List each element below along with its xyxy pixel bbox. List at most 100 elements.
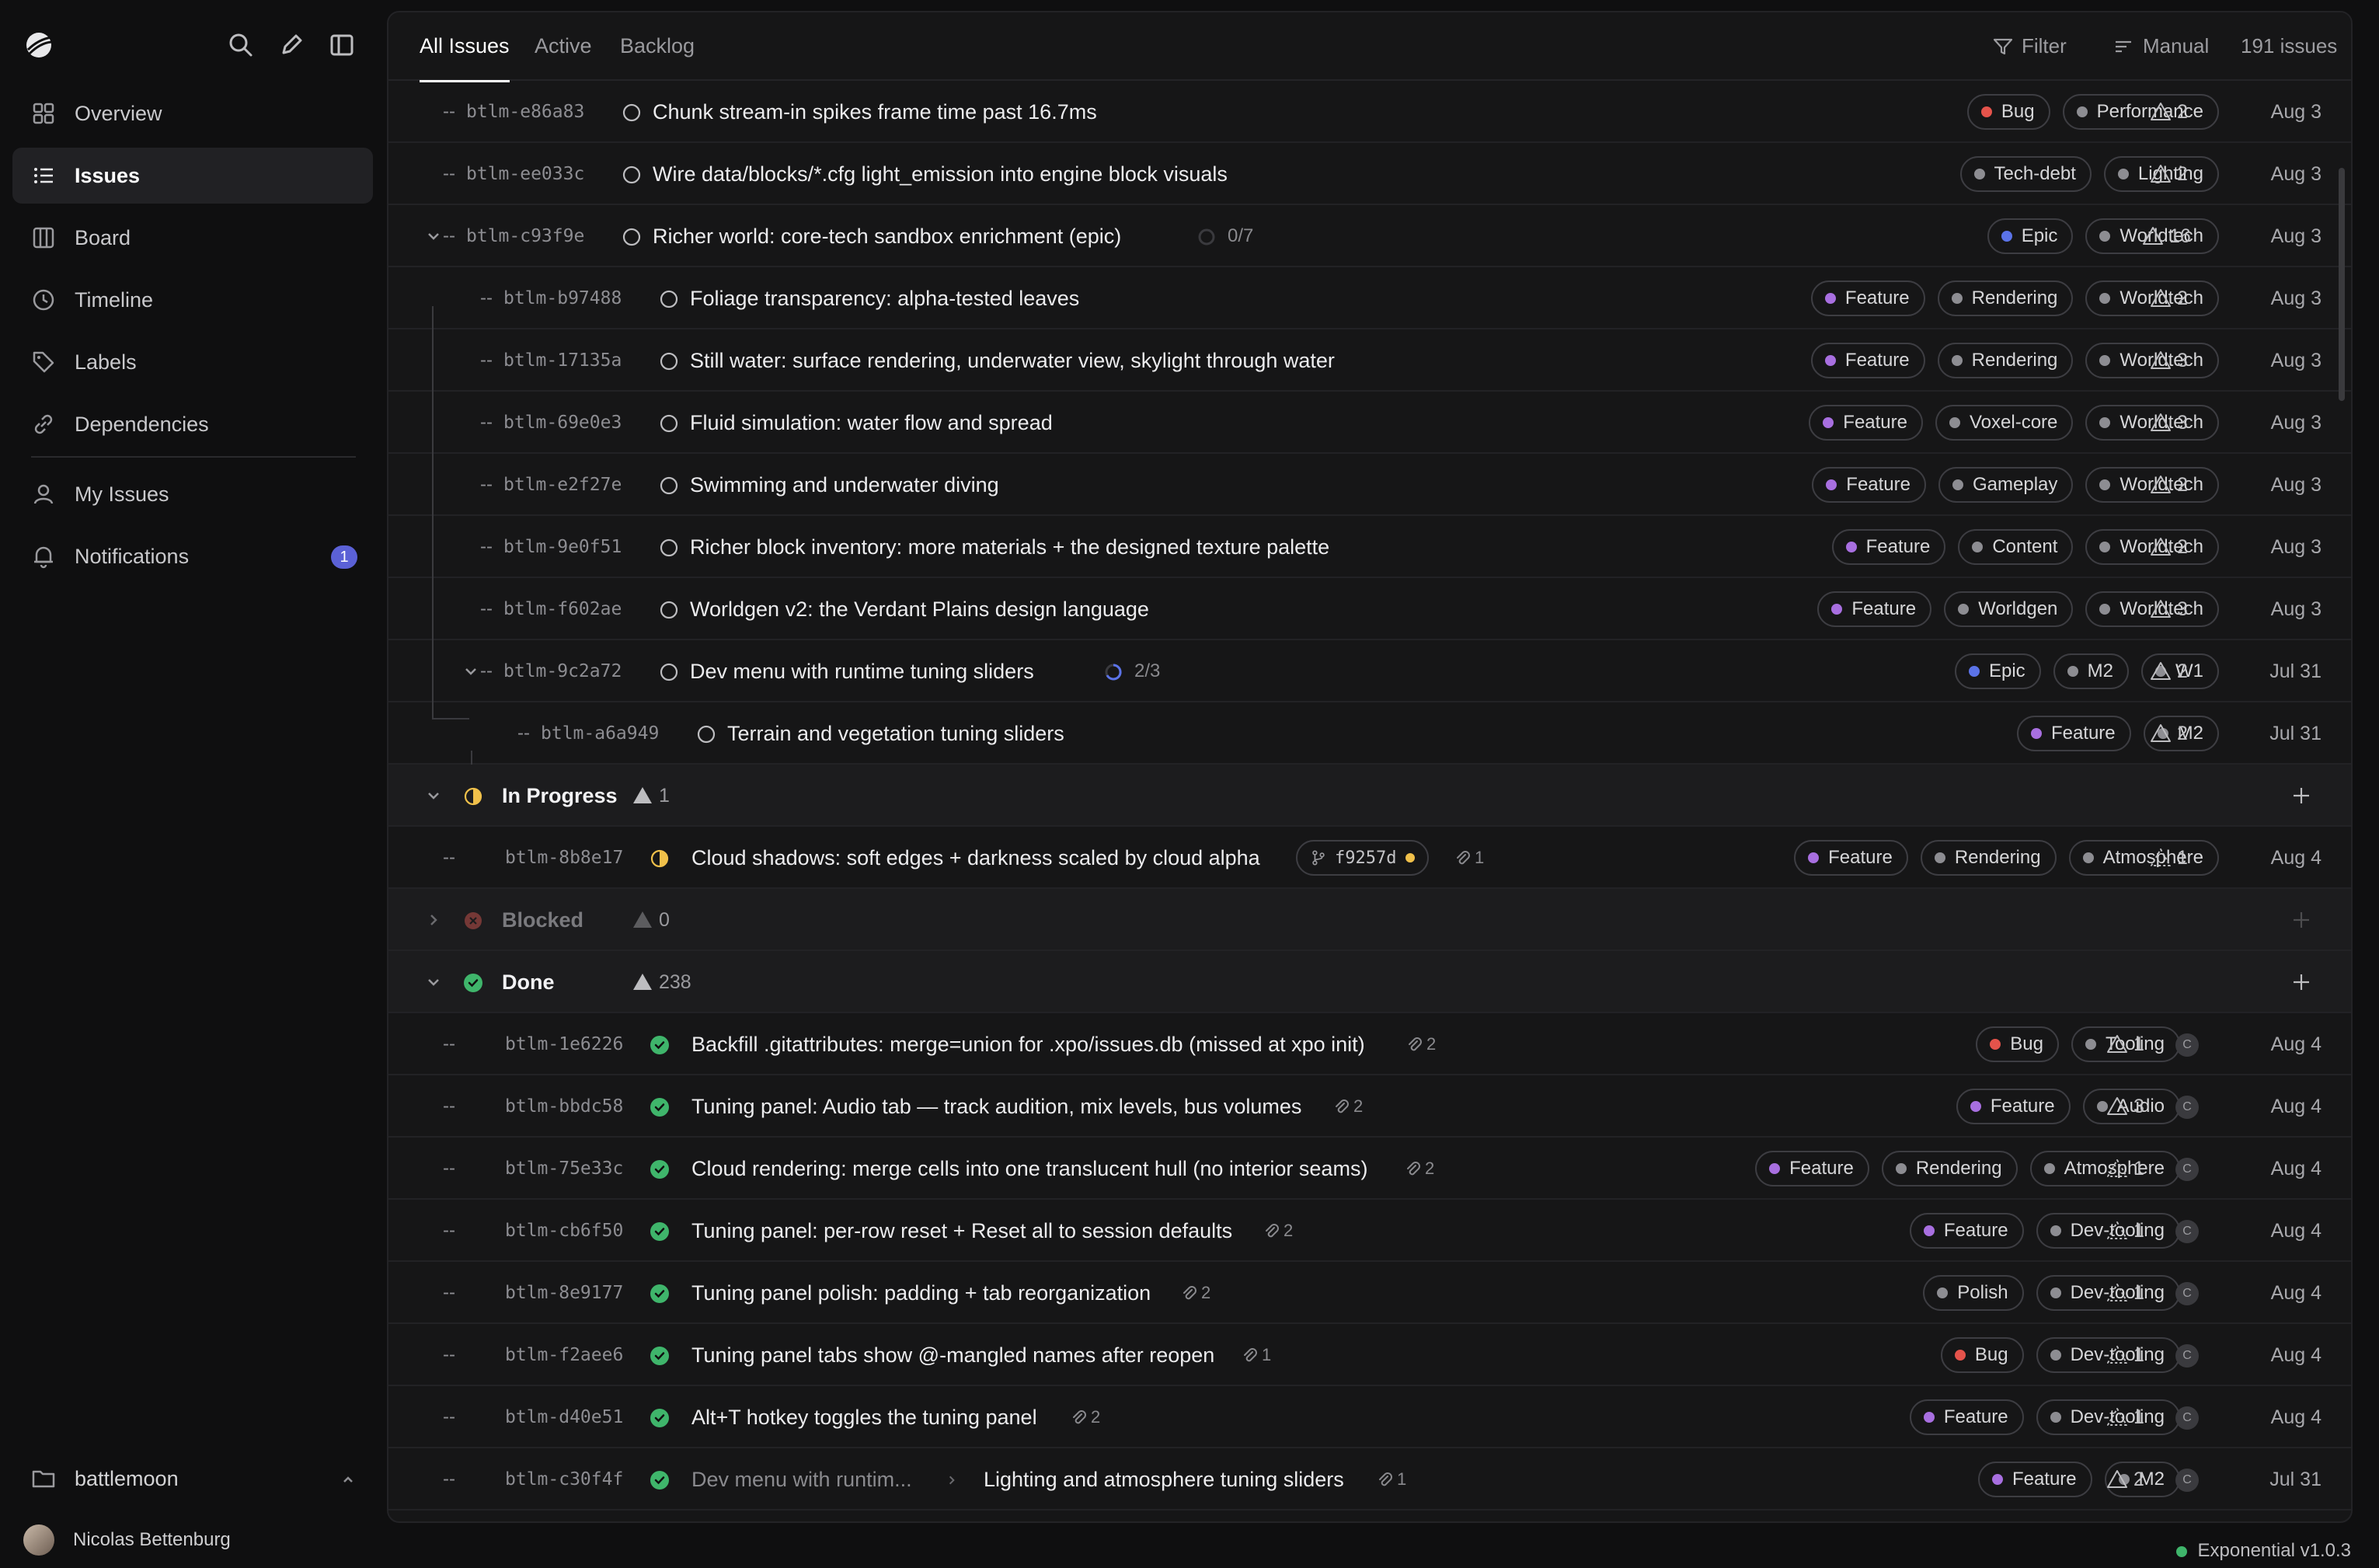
table-row[interactable]: -- btlm-8b8e17 Cloud shadows: soft edges +… <box>388 827 2351 889</box>
issue-title[interactable]: Alt+T hotkey toggles the tuning panel <box>691 1386 1037 1448</box>
label-pill[interactable]: Gameplay <box>1938 467 2074 503</box>
nav-board[interactable]: Board <box>12 210 373 266</box>
compose-icon[interactable] <box>277 31 305 59</box>
label-pill[interactable]: Feature <box>1809 405 1923 441</box>
label-pill[interactable]: Bug <box>1940 1337 2024 1373</box>
label-pill[interactable]: Bug <box>1976 1026 2059 1062</box>
label-pill[interactable]: Feature <box>1956 1089 2071 1124</box>
issue-title[interactable]: Richer block inventory: more materials +… <box>690 516 1329 578</box>
label-pill[interactable]: Feature <box>1810 343 1925 378</box>
label-pill[interactable]: Feature <box>1977 1462 2092 1497</box>
add-issue-icon[interactable] <box>2289 783 2314 808</box>
label-pill[interactable]: Feature <box>1909 1399 2024 1435</box>
add-issue-icon[interactable] <box>2289 908 2314 932</box>
label-pill[interactable]: Audio <box>2082 1089 2180 1124</box>
label-pill[interactable]: Feature <box>1831 529 1946 565</box>
table-row[interactable]: -- btlm-b97488 Foliage transparency: alpha… <box>388 267 2351 329</box>
label-pill[interactable]: Feature <box>1812 467 1926 503</box>
workspace-switcher[interactable]: battlemoon <box>12 1453 373 1504</box>
issue-title[interactable]: Dev menu with runtime tuning sliders <box>690 640 1034 702</box>
nav-dependencies[interactable]: Dependencies <box>12 396 373 452</box>
issue-title[interactable]: Still water: surface rendering, underwat… <box>690 329 1335 392</box>
issue-title[interactable]: Tuning panel: per-row reset + Reset all … <box>691 1200 1232 1262</box>
issue-title[interactable]: Tuning panel: Audio tab — track audition… <box>691 1075 1301 1138</box>
add-issue-icon[interactable] <box>2289 970 2314 995</box>
table-row[interactable]: -- btlm-f602ae Worldgen v2: the Verdant Pl… <box>388 578 2351 640</box>
table-row[interactable]: -- btlm-f2aee6 Tuning panel tabs show @-ma… <box>388 1324 2351 1386</box>
table-row[interactable]: -- btlm-bbdc58 Tuning panel: Audio tab — t… <box>388 1075 2351 1138</box>
label-pill[interactable]: Voxel-core <box>1935 405 2074 441</box>
label-pill[interactable]: Feature <box>1810 280 1925 316</box>
tab-backlog[interactable]: Backlog <box>620 12 695 81</box>
issue-title[interactable]: Terrain and vegetation tuning sliders <box>727 702 1064 765</box>
group-header-progress[interactable]: In Progress 1 <box>388 765 2351 827</box>
issue-title[interactable]: Lighting and atmosphere tuning sliders <box>984 1448 1344 1511</box>
label-pill[interactable]: Bug <box>1966 94 2050 130</box>
table-row[interactable]: -- btlm-c30f4f Dev menu with runtim... Ligh… <box>388 1448 2351 1511</box>
group-header-done[interactable]: Done 238 <box>388 951 2351 1013</box>
label-pill[interactable]: M2 <box>2053 653 2129 689</box>
issue-title[interactable]: Tuning panel polish: padding + tab reorg… <box>691 1262 1151 1324</box>
issue-title[interactable]: Foliage transparency: alpha-tested leave… <box>690 267 1079 329</box>
label-pill[interactable]: Rendering <box>1937 280 2074 316</box>
search-icon[interactable] <box>227 31 255 59</box>
sidebar-toggle-icon[interactable] <box>328 31 356 59</box>
table-row[interactable]: -- btlm-c93f9e Richer world: core-tech san… <box>388 205 2351 267</box>
table-row[interactable]: -- btlm-ee033c Wire data/blocks/*.cfg ligh… <box>388 143 2351 205</box>
label-pill[interactable]: Content <box>1958 529 2074 565</box>
assignee-avatar[interactable]: C <box>2175 1220 2199 1243</box>
label-pill[interactable]: Epic <box>1954 653 2041 689</box>
label-pill[interactable]: Atmosphere <box>2068 840 2219 876</box>
nav-labels[interactable]: Labels <box>12 334 373 390</box>
issue-title[interactable]: Wire data/blocks/*.cfg light_emission in… <box>653 143 1228 205</box>
table-row[interactable]: -- btlm-69e0e3 Fluid simulation: water flo… <box>388 392 2351 454</box>
table-row[interactable]: -- btlm-75e33c Cloud rendering: merge cell… <box>388 1138 2351 1200</box>
issue-title[interactable]: Worldgen v2: the Verdant Plains design l… <box>690 578 1149 640</box>
issue-title[interactable]: Fluid simulation: water flow and spread <box>690 392 1053 454</box>
table-row[interactable]: -- btlm-17135a Still water: surface render… <box>388 329 2351 392</box>
table-row[interactable]: -- btlm-a6a949 Terrain and vegetation tuni… <box>388 702 2351 765</box>
nav-issues[interactable]: Issues <box>12 148 373 204</box>
nav-my-issues[interactable]: My Issues <box>12 466 373 522</box>
assignee-avatar[interactable]: C <box>2175 1282 2199 1305</box>
table-row[interactable]: -- btlm-cb6f50 Tuning panel: per-row reset… <box>388 1200 2351 1262</box>
label-pill[interactable]: Polish <box>1923 1275 2024 1311</box>
label-pill[interactable]: Feature <box>1794 840 1908 876</box>
label-pill[interactable]: Epic <box>1987 218 2074 254</box>
assignee-avatar[interactable]: C <box>2175 1469 2199 1492</box>
label-pill[interactable]: Feature <box>2016 716 2131 751</box>
table-row[interactable]: -- btlm-8e9177 Tuning panel polish: paddin… <box>388 1262 2351 1324</box>
assignee-avatar[interactable]: C <box>2175 1096 2199 1119</box>
assignee-avatar[interactable]: C <box>2175 1344 2199 1368</box>
scrollbar[interactable] <box>2339 168 2345 401</box>
group-header-blocked[interactable]: Blocked 0 <box>388 889 2351 951</box>
label-pill[interactable]: Rendering <box>1881 1151 2018 1186</box>
label-pill[interactable]: Worldgen <box>1944 591 2074 627</box>
table-row[interactable]: -- btlm-1e6226 Backfill .gitattributes: me… <box>388 1013 2351 1075</box>
label-pill[interactable]: Tech-debt <box>1959 156 2092 192</box>
assignee-avatar[interactable]: C <box>2175 1406 2199 1430</box>
label-pill[interactable]: Feature <box>1755 1151 1869 1186</box>
assignee-avatar[interactable]: C <box>2175 1033 2199 1057</box>
issue-title[interactable]: Cloud shadows: soft edges + darkness sca… <box>691 827 1260 889</box>
issue-title[interactable]: Chunk stream-in spikes frame time past 1… <box>653 81 1097 143</box>
label-pill[interactable]: Feature <box>1817 591 1932 627</box>
issue-title[interactable]: Tuning panel tabs show @-mangled names a… <box>691 1324 1214 1386</box>
table-row[interactable]: -- btlm-e2f27e Swimming and underwater div… <box>388 454 2351 516</box>
nav-notifications[interactable]: Notifications 1 <box>12 528 373 584</box>
issue-title[interactable]: Backfill .gitattributes: merge=union for… <box>691 1013 1365 1075</box>
issue-title[interactable]: Cloud rendering: merge cells into one tr… <box>691 1138 1367 1200</box>
label-pill[interactable]: Rendering <box>1937 343 2074 378</box>
branch-badge[interactable]: f9257d <box>1296 840 1430 876</box>
table-row[interactable]: -- btlm-9e0f51 Richer block inventory: mor… <box>388 516 2351 578</box>
table-row[interactable]: -- btlm-d40e51 Alt+T hotkey toggles the tu… <box>388 1386 2351 1448</box>
nav-timeline[interactable]: Timeline <box>12 272 373 328</box>
assignee-avatar[interactable]: C <box>2175 1158 2199 1181</box>
tab-active[interactable]: Active <box>535 12 592 81</box>
nav-overview[interactable]: Overview <box>12 85 373 141</box>
label-pill[interactable]: Feature <box>1909 1213 2024 1249</box>
label-pill[interactable]: Rendering <box>1920 840 2057 876</box>
label-pill[interactable]: Performance <box>2062 94 2219 130</box>
issue-title[interactable]: Swimming and underwater diving <box>690 454 999 516</box>
tab-all-issues[interactable]: All Issues <box>420 12 510 82</box>
